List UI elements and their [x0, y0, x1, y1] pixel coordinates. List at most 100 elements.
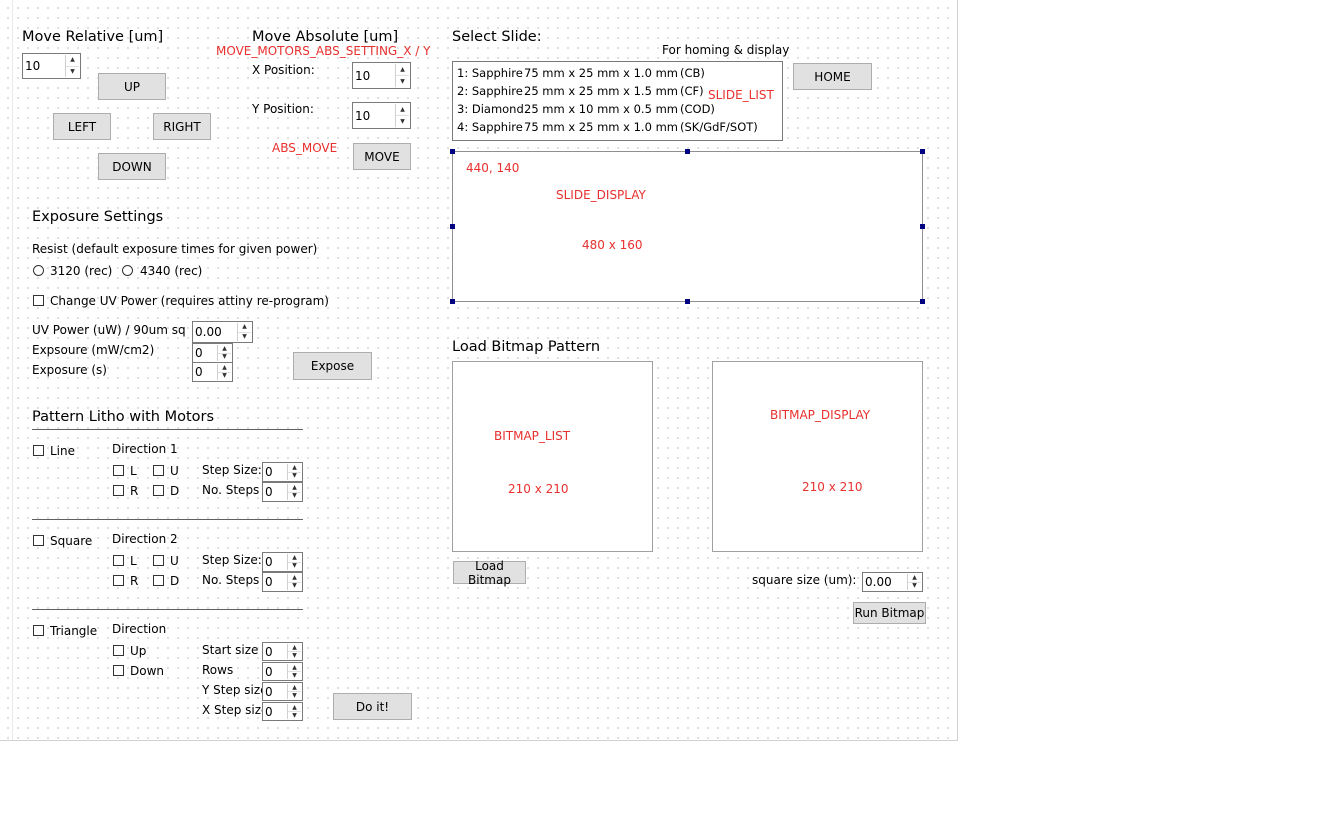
square-size-input[interactable]	[865, 574, 904, 590]
exposure-s-spinbox[interactable]: ▲▼	[192, 362, 233, 382]
x-step-size-input[interactable]	[265, 704, 284, 719]
left-button[interactable]: LEFT	[53, 113, 111, 140]
spin-up-icon[interactable]: ▲	[288, 644, 301, 652]
resize-handle[interactable]	[920, 224, 925, 229]
slide-list[interactable]: 1: Sapphire 75 mm x 25 mm x 1.0 mm (CB) 2:…	[452, 61, 783, 141]
spin-up-icon[interactable]: ▲	[288, 464, 301, 473]
spin-up-icon[interactable]: ▲	[288, 554, 301, 563]
uv-power-input[interactable]	[195, 323, 234, 341]
expose-button[interactable]: Expose	[293, 352, 372, 380]
spin-up-icon[interactable]: ▲	[396, 64, 409, 76]
list-item[interactable]: 3: Diamond 25 mm x 10 mm x 0.5 mm (COD)	[457, 102, 715, 116]
square-step-size-spinbox[interactable]: ▲▼	[262, 552, 303, 572]
y-position-spinbox[interactable]: ▲▼	[352, 102, 411, 129]
rows-spinbox[interactable]: ▲▼	[262, 662, 303, 681]
spin-up-icon[interactable]: ▲	[908, 574, 921, 583]
resize-handle[interactable]	[920, 299, 925, 304]
resize-handle[interactable]	[920, 149, 925, 154]
square-d-checkbox[interactable]	[153, 575, 164, 586]
spin-up-icon[interactable]: ▲	[288, 484, 301, 493]
square-step-size-input[interactable]	[265, 554, 284, 570]
list-item[interactable]: 4: Sapphire 75 mm x 25 mm x 1.0 mm (SK/GdF…	[457, 120, 758, 134]
spin-down-icon[interactable]: ▼	[288, 563, 301, 571]
square-size-spinbox[interactable]: ▲▼	[862, 572, 923, 592]
line-step-size-spinbox[interactable]: ▲▼	[262, 462, 303, 482]
down-button[interactable]: DOWN	[98, 153, 166, 180]
change-uv-checkbox[interactable]	[33, 295, 44, 306]
spin-up-icon[interactable]: ▲	[218, 364, 231, 373]
line-step-size-input[interactable]	[265, 464, 284, 480]
spin-down-icon[interactable]: ▼	[218, 354, 231, 362]
spin-up-icon[interactable]: ▲	[288, 684, 301, 692]
spin-down-icon[interactable]: ▼	[218, 373, 231, 381]
spin-up-icon[interactable]: ▲	[288, 664, 301, 672]
line-r-checkbox[interactable]	[113, 485, 124, 496]
spin-down-icon[interactable]: ▼	[288, 652, 301, 659]
square-steps-input[interactable]	[265, 574, 284, 590]
triangle-checkbox[interactable]	[33, 625, 44, 636]
spin-down-icon[interactable]: ▼	[66, 67, 79, 78]
line-d-checkbox[interactable]	[153, 485, 164, 496]
bitmap-display[interactable]: BITMAP_DISPLAY 210 x 210	[712, 361, 923, 552]
list-item[interactable]: 2: Sapphire 25 mm x 25 mm x 1.5 mm (CF)	[457, 84, 704, 98]
spin-down-icon[interactable]: ▼	[288, 712, 301, 719]
exposure-mw-input[interactable]	[195, 345, 214, 361]
line-l-checkbox[interactable]	[113, 465, 124, 476]
spin-down-icon[interactable]: ▼	[288, 473, 301, 481]
x-step-size-spinbox[interactable]: ▲▼	[262, 702, 303, 721]
spin-up-icon[interactable]: ▲	[66, 55, 79, 67]
line-steps-input[interactable]	[265, 484, 284, 500]
load-bitmap-button[interactable]: Load Bitmap	[453, 559, 526, 587]
y-step-size-spinbox[interactable]: ▲▼	[262, 682, 303, 701]
spin-up-icon[interactable]: ▲	[396, 104, 409, 116]
start-size-input[interactable]	[265, 644, 284, 659]
exposure-s-input[interactable]	[195, 364, 214, 380]
line-u-checkbox[interactable]	[153, 465, 164, 476]
square-checkbox[interactable]	[33, 535, 44, 546]
resize-handle[interactable]	[450, 149, 455, 154]
square-steps-spinbox[interactable]: ▲▼	[262, 572, 303, 592]
home-button[interactable]: HOME	[793, 63, 872, 90]
up-button[interactable]: UP	[98, 73, 166, 100]
do-it-button[interactable]: Do it!	[333, 693, 412, 720]
start-size-spinbox[interactable]: ▲▼	[262, 642, 303, 661]
list-item[interactable]: 1: Sapphire 75 mm x 25 mm x 1.0 mm (CB)	[457, 66, 705, 80]
x-position-spinbox[interactable]: ▲▼	[352, 62, 411, 89]
y-step-size-input[interactable]	[265, 684, 284, 699]
run-bitmap-button[interactable]: Run Bitmap	[853, 602, 926, 624]
square-l-checkbox[interactable]	[113, 555, 124, 566]
spin-up-icon[interactable]: ▲	[238, 323, 251, 333]
square-r-checkbox[interactable]	[113, 575, 124, 586]
square-u-checkbox[interactable]	[153, 555, 164, 566]
resize-handle[interactable]	[450, 299, 455, 304]
spin-down-icon[interactable]: ▼	[396, 76, 409, 87]
spin-down-icon[interactable]: ▼	[396, 116, 409, 127]
right-button[interactable]: RIGHT	[153, 113, 211, 140]
spin-up-icon[interactable]: ▲	[288, 704, 301, 712]
spin-down-icon[interactable]: ▼	[908, 583, 921, 591]
slide-display[interactable]: 440, 140 SLIDE_DISPLAY 480 x 160	[452, 151, 923, 302]
spin-down-icon[interactable]: ▼	[238, 333, 251, 342]
y-position-input[interactable]	[355, 104, 392, 127]
move-relative-step-input[interactable]	[25, 55, 62, 77]
resize-handle[interactable]	[450, 224, 455, 229]
move-button[interactable]: MOVE	[353, 143, 411, 170]
resist-3120-radio[interactable]	[33, 265, 44, 276]
spin-down-icon[interactable]: ▼	[288, 672, 301, 679]
line-steps-spinbox[interactable]: ▲▼	[262, 482, 303, 502]
bitmap-list[interactable]: BITMAP_LIST 210 x 210	[452, 361, 653, 552]
rows-input[interactable]	[265, 664, 284, 679]
triangle-up-checkbox[interactable]	[113, 645, 124, 656]
exposure-mw-spinbox[interactable]: ▲▼	[192, 343, 233, 363]
uv-power-spinbox[interactable]: ▲▼	[192, 321, 253, 343]
x-position-input[interactable]	[355, 64, 392, 87]
spin-down-icon[interactable]: ▼	[288, 692, 301, 699]
spin-down-icon[interactable]: ▼	[288, 493, 301, 501]
move-relative-step-spinbox[interactable]: ▲▼	[22, 53, 81, 79]
resize-handle[interactable]	[685, 299, 690, 304]
resize-handle[interactable]	[685, 149, 690, 154]
resist-4340-radio[interactable]	[122, 265, 133, 276]
triangle-down-checkbox[interactable]	[113, 665, 124, 676]
spin-up-icon[interactable]: ▲	[288, 574, 301, 583]
spin-up-icon[interactable]: ▲	[218, 345, 231, 354]
